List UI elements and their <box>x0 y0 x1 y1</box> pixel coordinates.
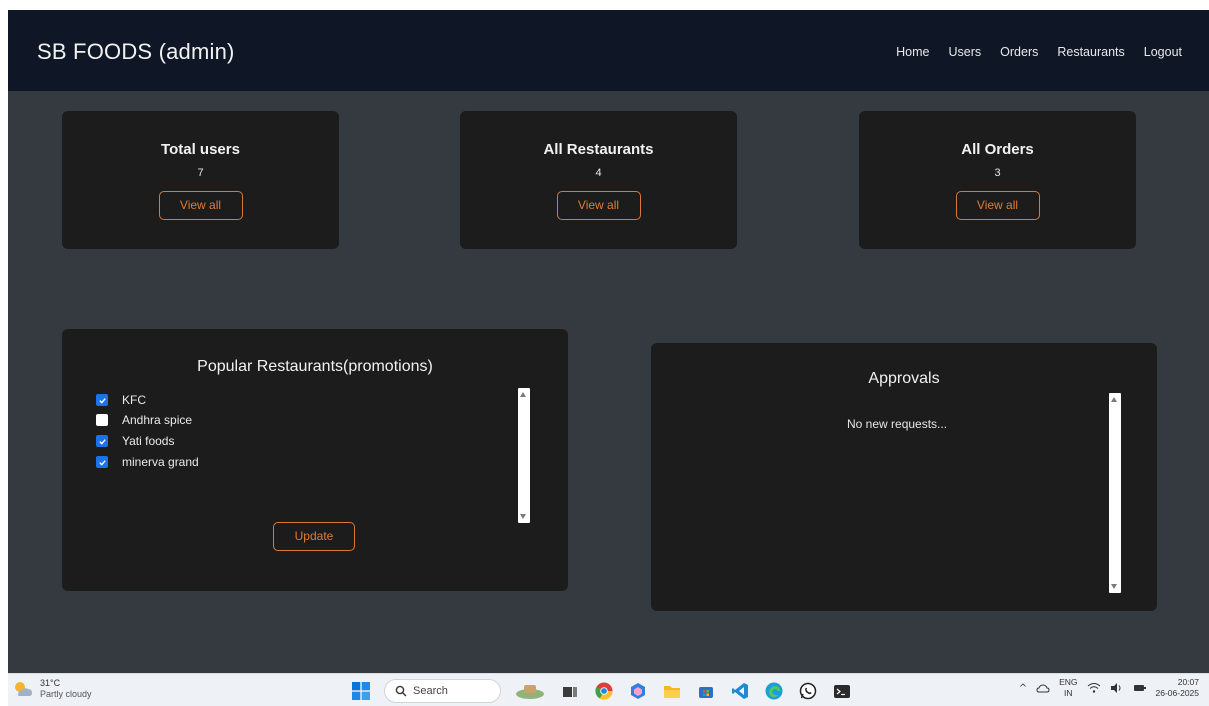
nav-links: Home Users Orders Restaurants Logout <box>896 45 1182 59</box>
scroll-down-icon[interactable] <box>520 514 526 519</box>
weather-widget[interactable]: 31°C Partly cloudy <box>12 678 92 700</box>
card-title: All Orders <box>961 141 1034 158</box>
nav-orders[interactable]: Orders <box>1000 45 1038 59</box>
edge-icon[interactable] <box>763 680 785 702</box>
restaurant-name: Yati foods <box>122 434 175 448</box>
battery-icon[interactable] <box>1133 682 1147 694</box>
restaurant-item: KFC <box>96 390 146 410</box>
nav-users[interactable]: Users <box>949 45 982 59</box>
copilot-icon[interactable] <box>627 680 649 702</box>
total-users-card: Total users 7 View all <box>62 111 339 249</box>
onedrive-cloud-icon[interactable] <box>1036 683 1050 693</box>
vscode-icon[interactable] <box>729 680 751 702</box>
all-orders-card: All Orders 3 View all <box>859 111 1136 249</box>
promotion-checkbox[interactable] <box>96 456 108 468</box>
scroll-up-icon[interactable] <box>520 392 526 397</box>
nav-logout[interactable]: Logout <box>1144 45 1182 59</box>
card-title: Total users <box>161 141 240 158</box>
scroll-up-icon[interactable] <box>1111 397 1117 402</box>
chrome-icon[interactable] <box>593 680 615 702</box>
scroll-down-icon[interactable] <box>1111 584 1117 589</box>
chevron-up-icon[interactable]: ^ <box>1019 683 1027 694</box>
restaurant-name: Andhra spice <box>122 413 193 427</box>
promotions-title: Popular Restaurants(promotions) <box>197 358 433 375</box>
update-button[interactable]: Update <box>273 522 355 551</box>
view-all-users-button[interactable]: View all <box>158 191 243 220</box>
promotions-panel: Popular Restaurants(promotions) KFC Andh… <box>62 329 568 591</box>
approvals-title: Approvals <box>868 370 940 387</box>
system-tray: ^ ENG IN 20:07 26-06-2025 <box>1019 677 1199 699</box>
wifi-icon[interactable] <box>1087 682 1101 694</box>
language-top: ENG <box>1059 677 1078 687</box>
restaurant-item: Yati foods <box>96 431 174 451</box>
approvals-panel: Approvals No new requests... <box>651 343 1157 611</box>
approvals-scrollbar[interactable] <box>1109 393 1121 593</box>
card-count: 4 <box>595 167 602 179</box>
clock[interactable]: 20:07 26-06-2025 <box>1156 677 1199 699</box>
clock-time: 20:07 <box>1177 677 1199 687</box>
search-icon <box>395 685 407 697</box>
restaurant-item: minerva grand <box>96 452 199 472</box>
restaurant-name: minerva grand <box>122 455 199 469</box>
search-placeholder: Search <box>413 685 448 697</box>
card-title: All Restaurants <box>543 141 654 158</box>
promotions-scrollbar[interactable] <box>518 388 530 523</box>
promotion-checkbox[interactable] <box>96 414 108 426</box>
task-view-icon[interactable] <box>559 680 581 702</box>
restaurant-name: KFC <box>122 393 146 407</box>
navbar: SB FOODS (admin) Home Users Orders Resta… <box>8 10 1209 91</box>
nav-restaurants[interactable]: Restaurants <box>1057 45 1124 59</box>
all-restaurants-card: All Restaurants 4 View all <box>460 111 737 249</box>
weather-temp: 31°C <box>40 678 61 688</box>
view-all-orders-button[interactable]: View all <box>955 191 1040 220</box>
nav-home[interactable]: Home <box>896 45 929 59</box>
whatsapp-icon[interactable] <box>797 680 819 702</box>
promotion-checkbox[interactable] <box>96 394 108 406</box>
windows-start-icon[interactable] <box>350 680 372 702</box>
promotion-checkbox[interactable] <box>96 435 108 447</box>
clock-date: 26-06-2025 <box>1155 688 1199 698</box>
view-all-restaurants-button[interactable]: View all <box>556 191 641 220</box>
app-window: SB FOODS (admin) Home Users Orders Resta… <box>8 10 1209 673</box>
volume-icon[interactable] <box>1110 682 1124 694</box>
brand-title[interactable]: SB FOODS (admin) <box>37 39 235 65</box>
terminal-icon[interactable] <box>831 680 853 702</box>
store-icon[interactable] <box>695 680 717 702</box>
taskbar-apps: Search <box>350 679 853 703</box>
language-indicator[interactable]: ENG IN <box>1059 677 1077 699</box>
taskbar-search[interactable]: Search <box>384 679 501 703</box>
card-count: 3 <box>994 167 1001 179</box>
weather-condition: Partly cloudy <box>40 689 92 699</box>
approvals-empty-text: No new requests... <box>847 417 948 431</box>
restaurant-item: Andhra spice <box>96 410 192 430</box>
widgets-icon[interactable] <box>513 680 547 702</box>
file-explorer-icon[interactable] <box>661 680 683 702</box>
partly-cloudy-icon <box>15 682 32 696</box>
taskbar: 31°C Partly cloudy Search ^ ENG IN 20:07… <box>8 673 1209 706</box>
language-bottom: IN <box>1064 688 1073 698</box>
card-count: 7 <box>197 167 204 179</box>
